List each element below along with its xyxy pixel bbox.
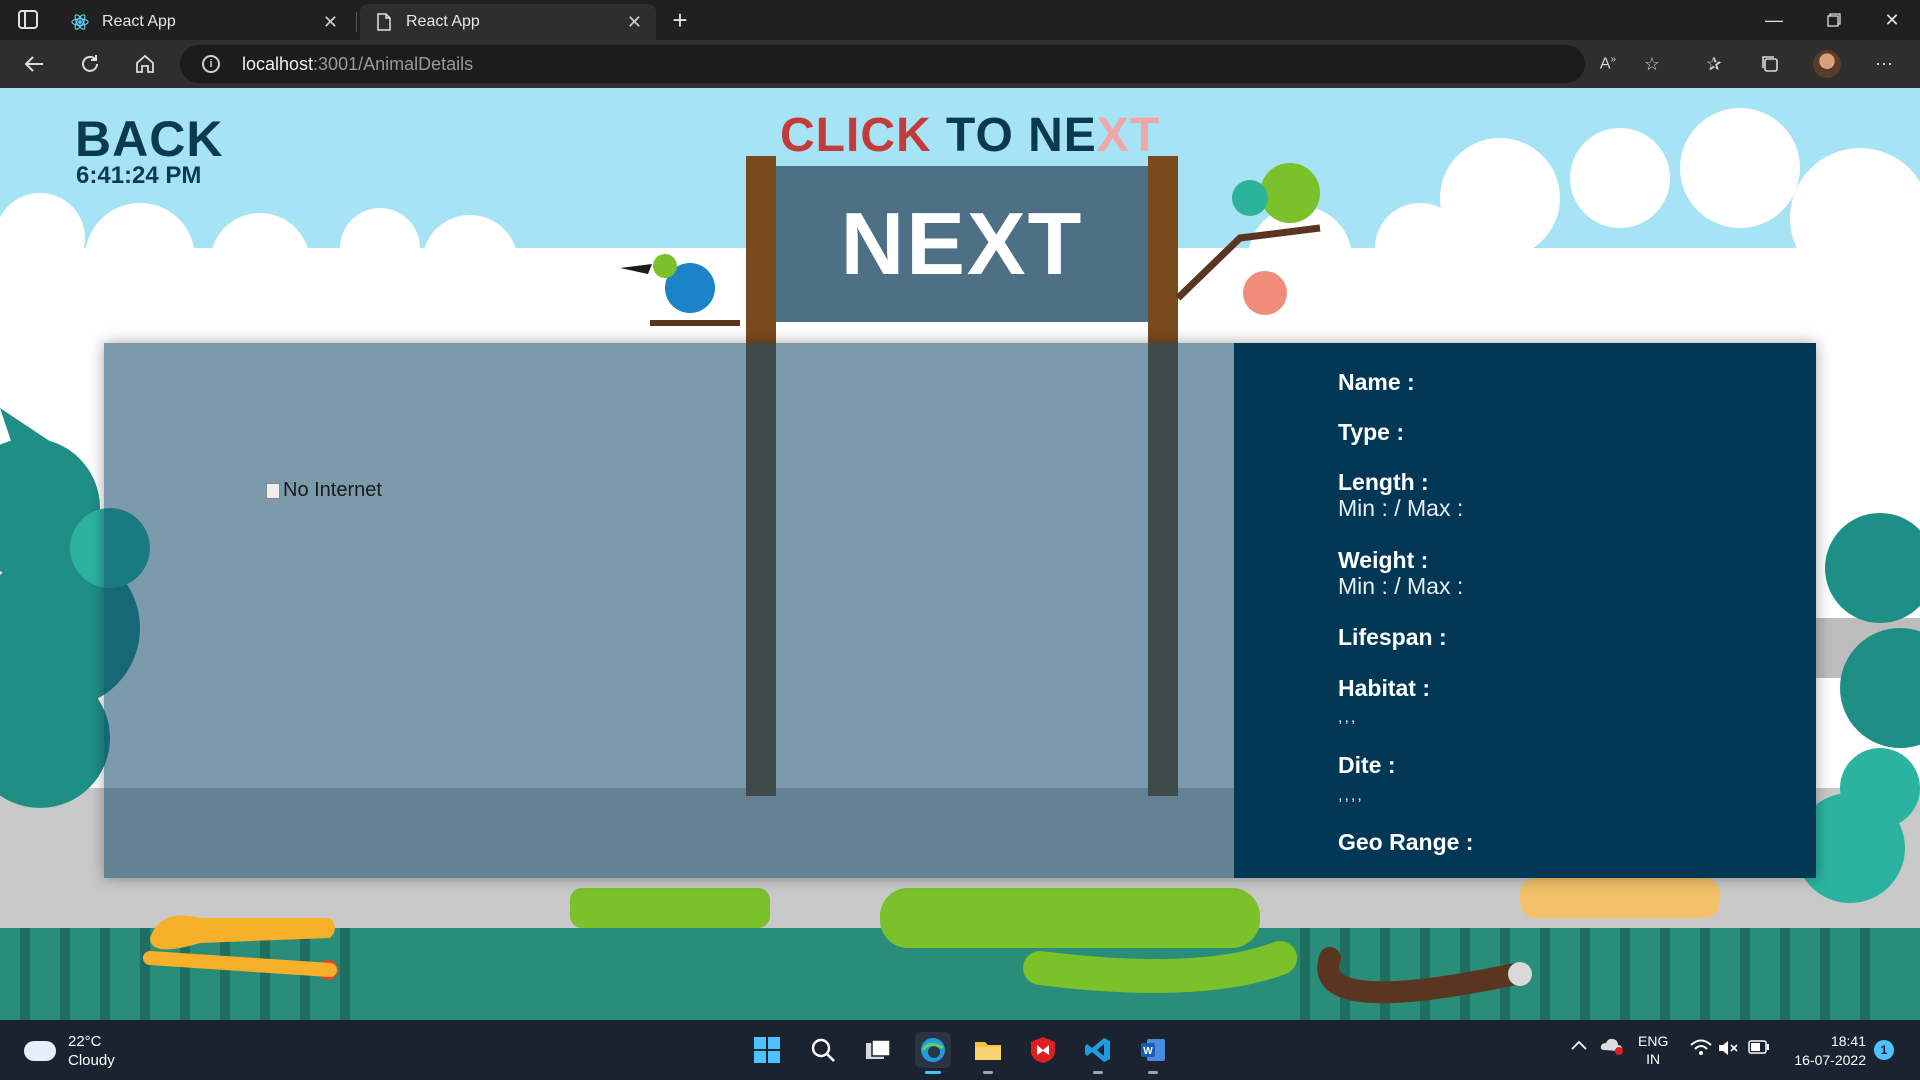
weight-value: Min : / Max : [1338,573,1464,599]
onedrive-icon[interactable] [1600,1036,1624,1060]
favorite-add-icon[interactable]: ☆ [1636,48,1668,80]
more-menu-icon[interactable]: ⋯ [1868,48,1900,80]
notification-badge[interactable]: 1 [1874,1040,1894,1060]
name-label: Name : [1338,369,1415,395]
geo-range-label: Geo Range : [1338,829,1474,855]
habitat-label: Habitat : [1338,675,1430,701]
page-viewport: BACK 6:41:24 PM CLICK TO NEXT NEXT No In… [0,88,1920,1020]
close-icon[interactable]: ✕ [627,12,642,33]
weather-widget[interactable]: 22°C Cloudy [24,1032,115,1070]
url-text: localhost:3001/AnimalDetails [242,54,474,74]
weight-label: Weight : [1338,547,1429,573]
task-view-icon[interactable] [860,1032,896,1068]
animal-details-card: No Internet Name : Type : Length : Min :… [104,343,1816,878]
habitat-value: ,,, [1338,709,1358,726]
word-icon[interactable]: W [1135,1032,1171,1074]
cloud-icon [24,1041,56,1061]
vscode-icon[interactable] [1080,1032,1116,1074]
volume-muted-icon[interactable] [1718,1039,1740,1061]
clock-area[interactable]: 18:41 16-07-2022 [1790,1032,1866,1070]
browser-toolbar: i localhost:3001/AnimalDetails A» ☆ ✰ ⋯ [0,40,1920,88]
svg-text:W: W [1143,1046,1153,1057]
image-alt-text: No Internet [283,479,382,501]
tab-actions-icon[interactable] [16,8,42,32]
mcafee-icon[interactable] [1025,1032,1061,1068]
tab-divider [356,12,357,32]
chevron-up-icon[interactable] [1570,1038,1588,1056]
weather-desc: Cloudy [68,1052,115,1069]
taskbar-date: 16-07-2022 [1794,1052,1866,1068]
browser-tab-bar: React App ✕ React App ✕ + — ✕ [0,0,1920,40]
lifespan-label: Lifespan : [1338,624,1447,650]
language-indicator[interactable]: ENG IN [1638,1032,1668,1068]
length-label: Length : [1338,469,1429,495]
tab-title: React App [102,13,176,30]
favorites-icon[interactable]: ✰ [1698,48,1730,80]
weather-temp: 22°C [68,1033,102,1050]
back-arrow-icon[interactable] [18,48,50,80]
minimize-icon[interactable]: — [1744,0,1804,40]
search-icon[interactable] [805,1032,841,1068]
read-aloud-icon[interactable]: A» [1592,48,1624,80]
wifi-icon[interactable] [1690,1039,1712,1061]
site-info-icon[interactable]: i [202,55,220,73]
file-explorer-icon[interactable] [970,1032,1006,1074]
close-icon[interactable]: ✕ [323,12,338,33]
home-icon[interactable] [129,48,161,80]
current-time: 6:41:24 PM [76,162,202,189]
tab-react-app-1[interactable]: React App ✕ [56,4,352,40]
edge-browser-icon[interactable] [915,1032,951,1074]
refresh-icon[interactable] [74,48,106,80]
next-button[interactable]: NEXT [776,166,1148,322]
tab-title: React App [406,13,480,30]
profile-avatar[interactable] [1813,50,1841,78]
address-bar[interactable]: i localhost:3001/AnimalDetails [180,45,1585,83]
tab-react-app-2[interactable]: React App ✕ [360,4,656,40]
new-tab-button[interactable]: + [664,6,696,34]
restore-icon[interactable] [1804,0,1864,40]
dite-label: Dite : [1338,752,1396,778]
collections-icon[interactable] [1754,48,1786,80]
click-to-next-heading: CLICK TO NEXT [780,109,1161,162]
animal-image-panel: No Internet [104,343,1234,878]
window-close-icon[interactable]: ✕ [1862,0,1920,40]
animal-info-panel: Name : Type : Length : Min : / Max : Wei… [1234,343,1816,878]
react-icon [70,12,90,32]
battery-icon[interactable] [1748,1040,1770,1058]
page-icon [374,12,394,32]
type-label: Type : [1338,419,1405,445]
length-value: Min : / Max : [1338,495,1464,521]
taskbar-time: 18:41 [1830,1033,1866,1049]
back-button[interactable]: BACK [75,110,223,168]
animal-image: No Internet [266,479,382,502]
windows-taskbar: 22°C Cloudy W ENG IN 18:41 16-07-2022 1 [0,1020,1920,1080]
broken-image-icon [266,482,280,499]
dite-value: ,,,, [1338,787,1364,804]
start-icon[interactable] [749,1032,785,1068]
